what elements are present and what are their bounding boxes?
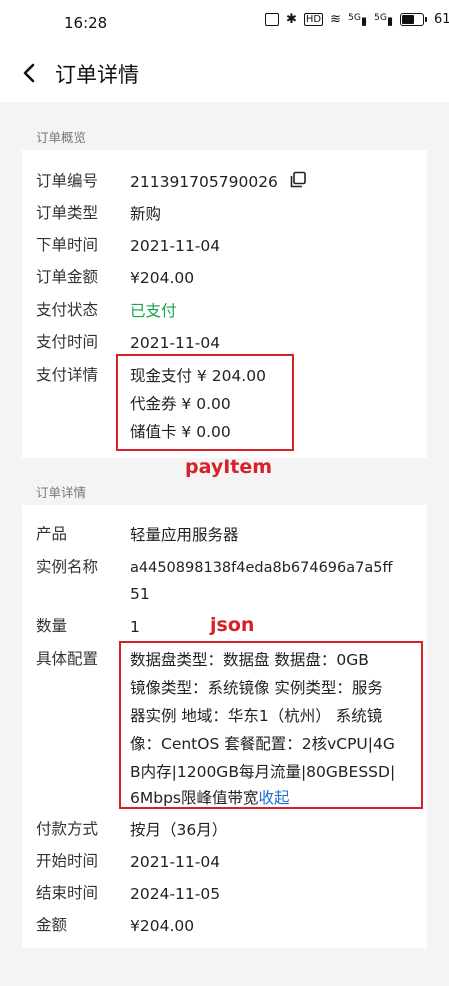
start-time-label: 开始时间: [36, 852, 99, 870]
amount-value: ¥204.00: [130, 917, 195, 935]
copy-icon[interactable]: [289, 171, 307, 189]
end-time-value: 2024-11-05: [130, 885, 221, 903]
pay-detail-label: 支付详情: [36, 366, 99, 384]
order-amount-label: 订单金额: [36, 268, 99, 286]
payment-method-value: 按月（36月）: [130, 821, 228, 839]
order-type-value: 新购: [130, 205, 162, 223]
product-value: 轻量应用服务器: [130, 526, 239, 544]
signal-icon-2: 5G▮: [374, 12, 394, 28]
section-title-overview: 订单概览: [36, 130, 87, 145]
quantity-label: 数量: [36, 617, 68, 635]
section-title-details: 订单详情: [36, 485, 87, 500]
status-bar: 16:28 ✱ HD ≋ 5G▮ 5G▮ 61%: [0, 0, 449, 44]
order-type-label: 订单类型: [36, 204, 99, 222]
order-amount-value: ¥204.00: [130, 269, 195, 287]
wifi-icon: ≋: [330, 12, 342, 28]
end-time-label: 结束时间: [36, 884, 99, 902]
annotation-label-payitem: payItem: [185, 456, 273, 478]
order-number-value: 211391705790026: [130, 166, 307, 198]
status-icons: ✱ HD ≋ 5G▮ 5G▮ 61%: [265, 12, 449, 28]
pay-status-label: 支付状态: [36, 301, 99, 319]
annotation-box-json: [119, 641, 423, 809]
pay-status-value: 已支付: [130, 302, 177, 320]
page-title: 订单详情: [55, 63, 139, 87]
status-time: 16:28: [64, 14, 108, 32]
pay-time-label: 支付时间: [36, 333, 99, 351]
back-arrow-icon[interactable]: [18, 58, 42, 88]
order-number-label: 订单编号: [36, 172, 99, 190]
quantity-value: 1: [130, 618, 140, 636]
nav-bar: 订单详情: [0, 44, 449, 102]
battery-percent: 61%: [434, 12, 449, 28]
start-time-value: 2021-11-04: [130, 853, 221, 871]
nfc-icon: [265, 13, 279, 27]
bluetooth-icon: ✱: [286, 12, 297, 28]
annotation-label-json: json: [210, 614, 255, 636]
signal-icon-1: 5G▮: [348, 12, 368, 28]
amount-label: 金额: [36, 916, 68, 934]
order-time-value: 2021-11-04: [130, 237, 221, 255]
hd-icon: HD: [303, 13, 324, 27]
instance-name-line1: a4450898138f4eda8b674696a7a5ff: [130, 560, 393, 576]
order-time-label: 下单时间: [36, 236, 99, 254]
instance-name-label: 实例名称: [36, 558, 99, 576]
product-label: 产品: [36, 525, 68, 543]
config-label: 具体配置: [36, 650, 99, 668]
annotation-box-payitem: [116, 354, 294, 451]
battery-icon: [400, 13, 428, 27]
instance-name-line2: 51: [130, 585, 150, 603]
payment-method-label: 付款方式: [36, 820, 99, 838]
